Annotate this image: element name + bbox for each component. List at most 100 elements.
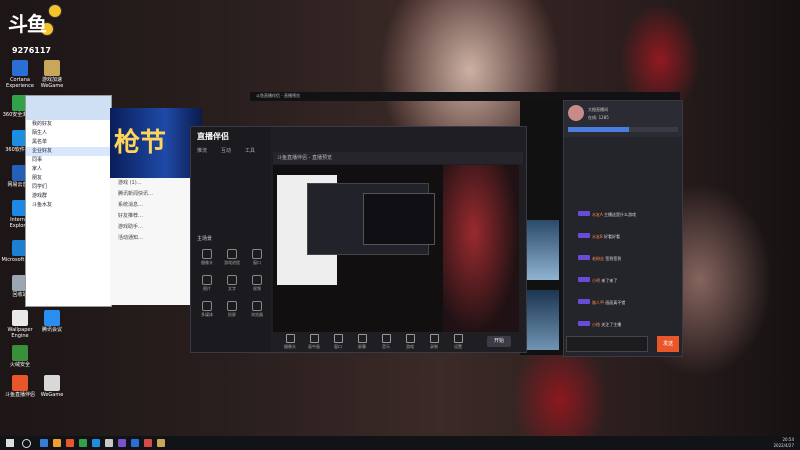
toolbar-icon [429, 334, 439, 343]
taskbar-app-icon[interactable] [53, 439, 61, 447]
fan-badge-icon [578, 255, 590, 260]
list-item[interactable]: 我的好友 [26, 120, 111, 129]
start-live-button[interactable]: 开始 [487, 336, 511, 347]
taskbar-app-icon[interactable] [131, 439, 139, 447]
taskbar-app-icon[interactable] [157, 439, 165, 447]
avatar[interactable] [568, 105, 584, 121]
danmaku-user[interactable]: 水友B [592, 234, 603, 239]
tool-label: 投屏 [228, 312, 236, 317]
app-logo: 直播伴侣 [197, 132, 229, 141]
search-icon[interactable] [22, 439, 31, 448]
thumbnail [523, 220, 559, 280]
danmaku-user[interactable]: 小明 [592, 278, 600, 283]
streamer-name: 大橙直播间 [588, 107, 608, 112]
tab-push[interactable]: 推流 [197, 147, 207, 154]
list-item[interactable]: 斗鱼水友 [26, 201, 111, 210]
list-item[interactable]: 同事 [26, 156, 111, 165]
list-item[interactable]: 黑名单 [26, 138, 111, 147]
list-item[interactable]: 系统消息… [110, 200, 202, 211]
toolbar-label: 屏幕 [358, 344, 366, 349]
app-icon [44, 310, 60, 326]
source-tool[interactable]: 窗口 [245, 249, 269, 266]
danmaku-user[interactable]: 老粉丝 [592, 256, 604, 261]
list-item[interactable]: 好友推荐… [110, 211, 202, 222]
desktop-icon[interactable]: WeGame [32, 375, 72, 398]
taskbar-app-icon[interactable] [118, 439, 126, 447]
mascot-icon [48, 4, 62, 18]
taskbar-app-icon[interactable] [66, 439, 74, 447]
fan-badge-icon [578, 321, 590, 326]
tool-label: 文字 [228, 286, 236, 291]
live-companion-window[interactable]: 直播伴侣 推流 互动 工具 主场景 摄像头 游戏进程 窗口 图片 文字 视频 多媒体 投屏 浏览… [190, 126, 527, 353]
tool-label: 图片 [203, 286, 211, 291]
danmaku-input[interactable] [566, 336, 648, 352]
windows-start-icon[interactable] [6, 439, 14, 447]
desktop-icon[interactable]: 火绒安全 [0, 345, 40, 368]
source-tool[interactable]: 摄像头 [195, 249, 219, 266]
list-item[interactable]: 家人 [26, 165, 111, 174]
app-icon [44, 60, 60, 76]
tab-tools[interactable]: 工具 [245, 147, 255, 154]
toolbar-button[interactable]: 摄像头 [279, 334, 301, 350]
toolbar-label: 摄像头 [284, 344, 296, 349]
source-tool[interactable]: 多媒体 [195, 301, 219, 318]
toolbar-button[interactable]: 游戏 [399, 334, 421, 350]
toolbar-icon [285, 334, 295, 343]
list-item[interactable]: 活动通知… [110, 233, 202, 244]
list-item[interactable]: 企业好友 [26, 147, 111, 156]
source-tool[interactable]: 视频 [245, 275, 269, 292]
tool-icon [227, 275, 237, 285]
source-tool[interactable]: 文字 [220, 275, 244, 292]
toolbar-button[interactable]: 屏幕 [351, 334, 373, 350]
source-tool[interactable]: 投屏 [220, 301, 244, 318]
chat-header [26, 96, 111, 120]
source-tool[interactable]: 浏览器 [245, 301, 269, 318]
toolbar-icon [405, 334, 415, 343]
room-id: 9276117 [12, 46, 51, 55]
level-bar-fill [568, 127, 629, 132]
danmaku-user[interactable]: 路人甲 [592, 300, 604, 305]
toolbar-button[interactable]: 音乐 [375, 334, 397, 350]
clock-date: 2022/4/27 [773, 443, 794, 448]
list-item[interactable]: 同学们 [26, 183, 111, 192]
toolbar-button[interactable]: 录制 [423, 334, 445, 350]
message-window[interactable]: 枪节 游戏 (1)… 腾讯新闻快讯… 系统消息… 好友推荐… 游戏助手… 活动通知… [110, 108, 202, 305]
danmaku-panel[interactable]: 大橙直播间 在线: 1285 水友A 主播这是什么游戏 水友B 好看好看 老粉丝 签… [563, 100, 683, 357]
list-item[interactable]: 游戏 (1)… [110, 178, 202, 189]
taskbar-app-icon[interactable] [79, 439, 87, 447]
danmaku-user[interactable]: 小橙 [592, 322, 600, 327]
desktop-icon[interactable]: 腾讯会议 [32, 310, 72, 333]
list-item[interactable]: 游戏群 [26, 192, 111, 201]
clock: 20:54 2022/4/27 [773, 437, 794, 449]
list-item[interactable]: 腾讯新闻快讯… [110, 189, 202, 200]
nested-wallpaper [443, 165, 519, 333]
list-item[interactable]: 朋友 [26, 174, 111, 183]
message-banner: 枪节 [110, 108, 202, 178]
taskbar-app-icon[interactable] [105, 439, 113, 447]
tool-icon [252, 275, 262, 285]
toolbar-button[interactable]: 窗口 [327, 334, 349, 350]
tab-interact[interactable]: 互动 [221, 147, 231, 154]
taskbar: 20:54 2022/4/27 [0, 436, 800, 450]
toolbar-label: 游戏 [406, 344, 414, 349]
list-item[interactable]: 游戏助手… [110, 222, 202, 233]
taskbar-app-icon[interactable] [92, 439, 100, 447]
send-button[interactable]: 发送 [657, 336, 679, 352]
source-tool[interactable]: 图片 [195, 275, 219, 292]
toolbar-button[interactable]: 画中画 [303, 334, 325, 350]
taskbar-app-icon[interactable] [40, 439, 48, 447]
list-item[interactable]: 陌生人 [26, 129, 111, 138]
source-tool[interactable]: 游戏进程 [220, 249, 244, 266]
danmaku-message: 小明 来了来了 [578, 277, 680, 284]
live-preview[interactable] [273, 165, 519, 333]
taskbar-app-icon[interactable] [144, 439, 152, 447]
toolbar-icon [381, 334, 391, 343]
tool-label: 摄像头 [201, 260, 213, 265]
danmaku-text: 签到签到 [605, 256, 622, 261]
toolbar-button[interactable]: 设置 [447, 334, 469, 350]
chat-contacts-window[interactable]: 我的好友 陌生人 黑名单 企业好友 同事 家人 朋友 同学们 游戏群 斗鱼水友 [25, 95, 112, 307]
danmaku-message: 水友A 主播这是什么游戏 [578, 211, 680, 218]
tool-icon [202, 249, 212, 259]
desktop-icon[interactable]: 游戏加速 WeGame [32, 60, 72, 89]
danmaku-user[interactable]: 水友A [592, 212, 603, 217]
